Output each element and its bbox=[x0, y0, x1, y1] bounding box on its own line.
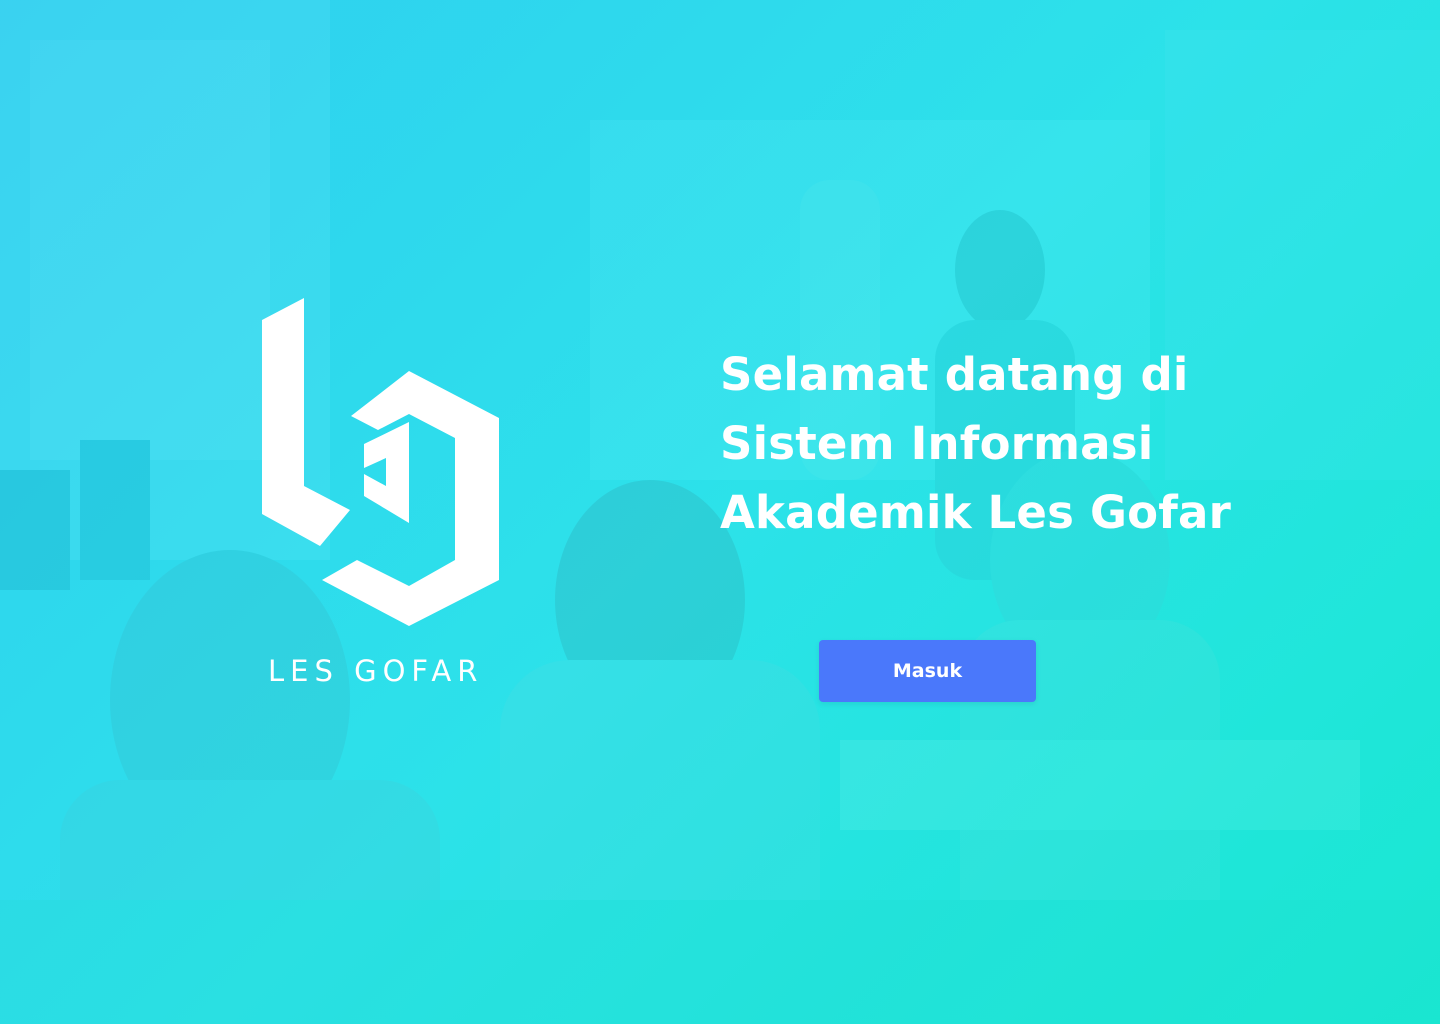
les-gofar-logo-icon bbox=[262, 298, 499, 626]
brand-name: LES GOFAR bbox=[268, 654, 484, 688]
brand-block: LES GOFAR bbox=[262, 298, 502, 690]
welcome-heading: Selamat datang di Sistem Informasi Akade… bbox=[720, 348, 1231, 539]
login-button[interactable]: Masuk bbox=[819, 640, 1036, 702]
landing-hero: LES GOFAR Selamat datang di Sistem Infor… bbox=[0, 0, 1440, 1024]
